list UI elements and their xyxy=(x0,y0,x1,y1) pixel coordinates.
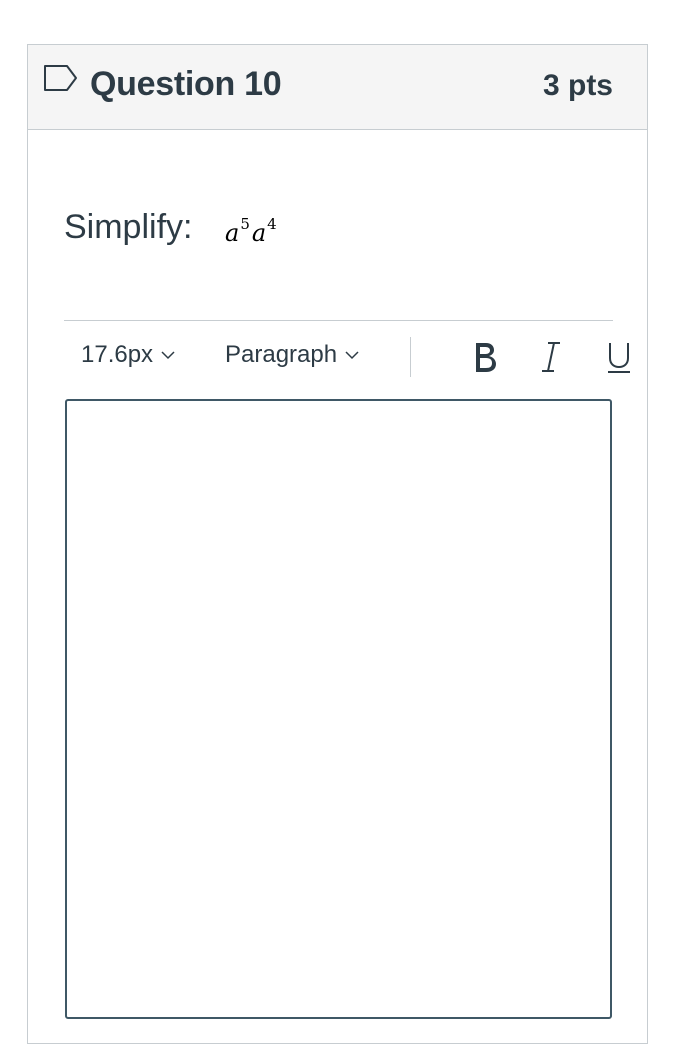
question-prompt-label: Simplify: xyxy=(64,208,193,246)
question-card: Question 10 3 pts Simplify: a5a4 17.6px … xyxy=(27,44,648,1044)
flag-icon[interactable] xyxy=(43,64,79,94)
italic-button[interactable] xyxy=(531,335,571,379)
font-size-dropdown[interactable]: 17.6px xyxy=(81,341,175,369)
block-format-dropdown[interactable]: Paragraph xyxy=(225,341,359,369)
block-format-value: Paragraph xyxy=(225,341,338,368)
underline-button[interactable] xyxy=(599,335,639,379)
math-base: a xyxy=(225,219,240,247)
bold-button[interactable] xyxy=(465,335,505,379)
question-points: 3 pts xyxy=(542,69,613,102)
answer-editor[interactable] xyxy=(65,399,612,1019)
bold-icon xyxy=(476,343,496,372)
italic-icon xyxy=(542,342,560,372)
math-base: a xyxy=(251,219,267,247)
chevron-down-icon xyxy=(161,351,175,360)
math-expression: a5a4 xyxy=(225,215,279,247)
question-body: Simplify: a5a4 17.6px Paragraph xyxy=(28,130,647,1045)
font-size-value: 17.6px xyxy=(81,341,154,368)
math-exponent: 5 xyxy=(240,215,250,233)
chevron-down-icon xyxy=(345,351,359,360)
underline-icon xyxy=(608,343,630,373)
math-exponent: 4 xyxy=(267,215,277,233)
question-title: Question 10 xyxy=(90,65,282,103)
toolbar-separator xyxy=(410,337,411,377)
editor-toolbar: 17.6px Paragraph xyxy=(64,321,630,399)
question-header: Question 10 3 pts xyxy=(28,45,647,130)
